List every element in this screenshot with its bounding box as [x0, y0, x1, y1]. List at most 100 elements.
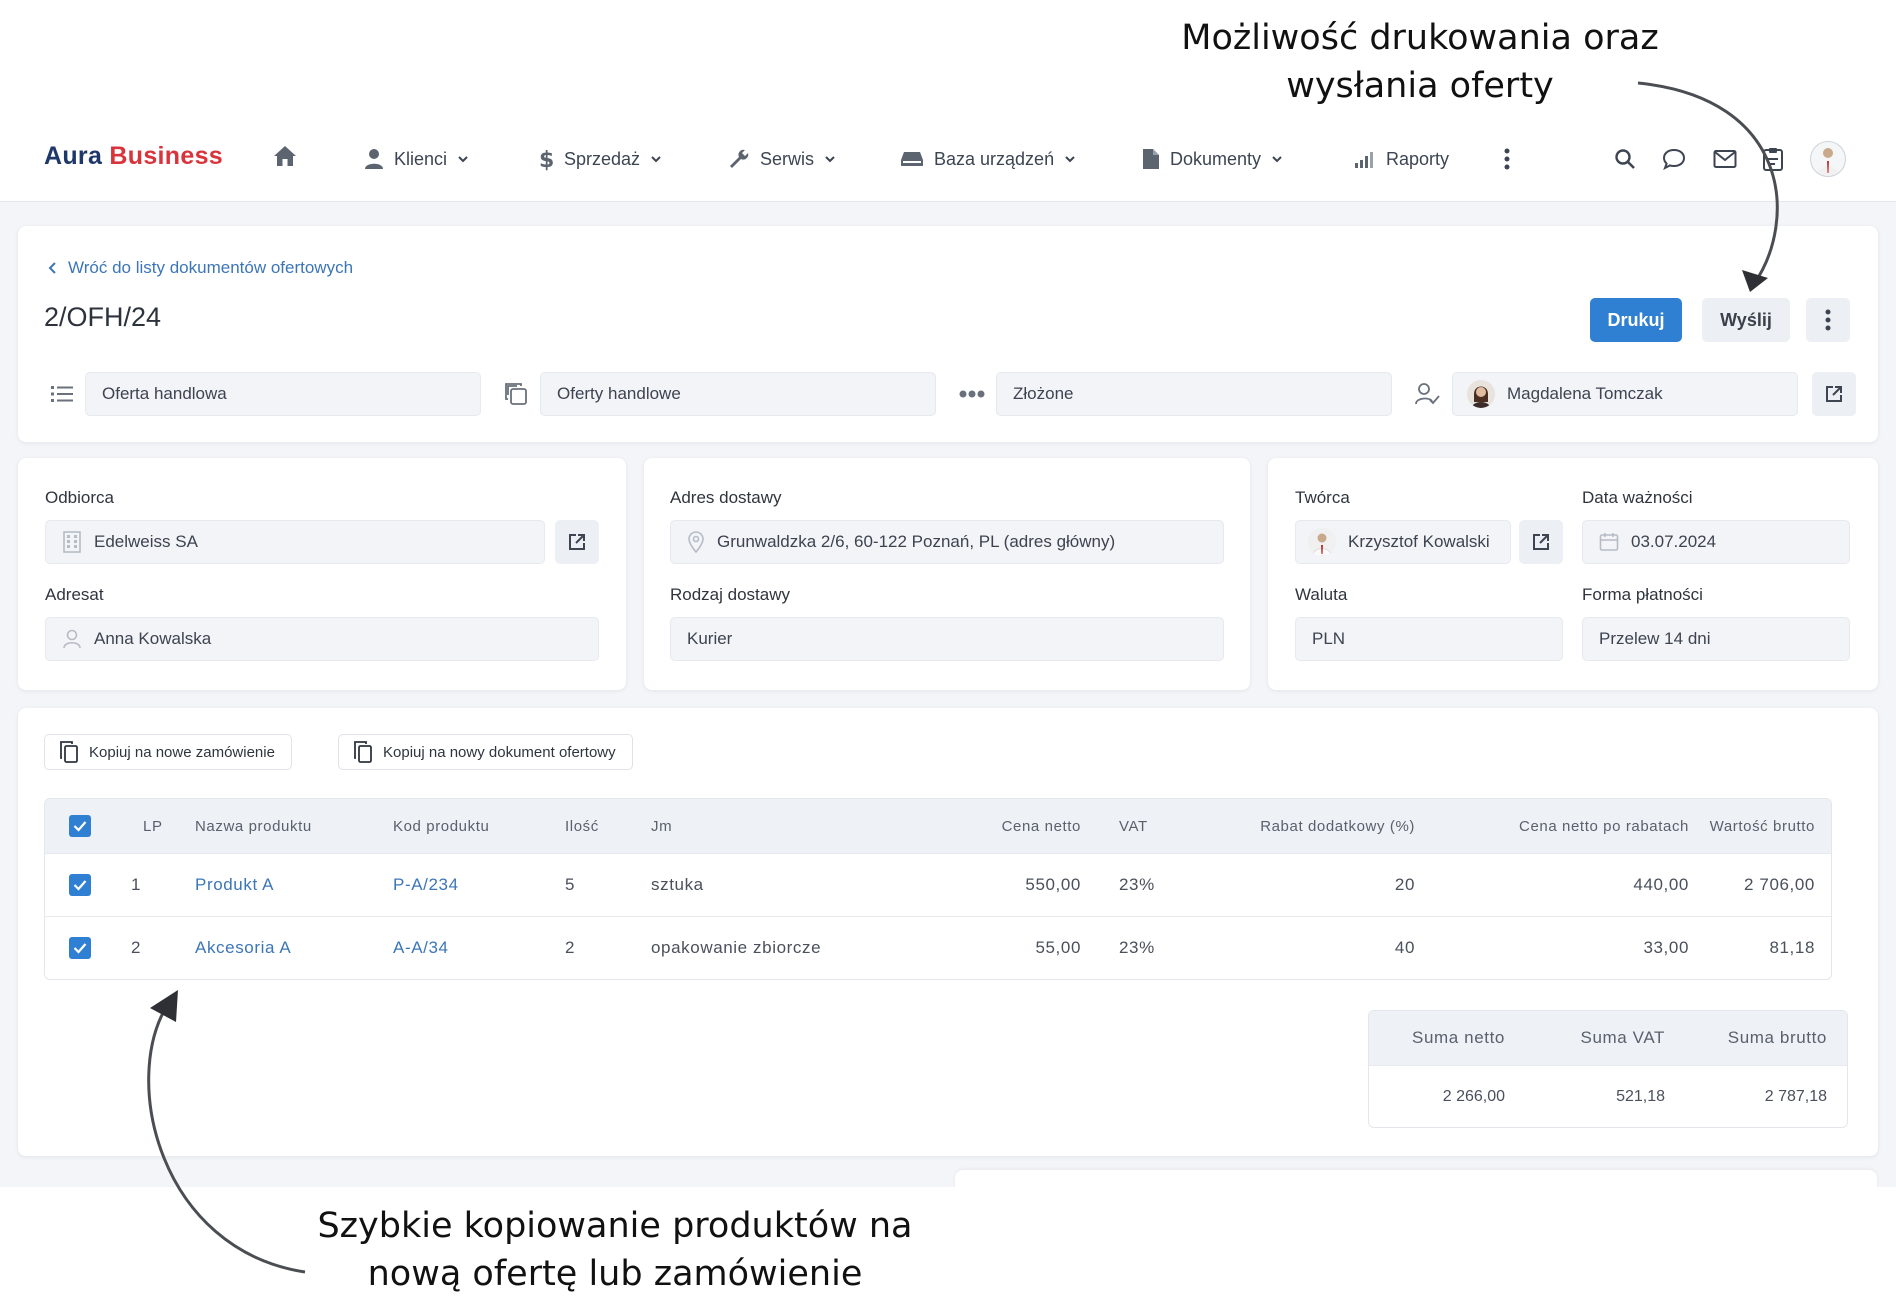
currency-value: PLN [1312, 629, 1346, 648]
table-row[interactable]: 2 Akcesoria A A-A/34 2 opakowanie zbiorc… [45, 916, 1831, 979]
dollar-icon: $ [539, 148, 554, 171]
products-table: LP Nazwa produktu Kod produktu Ilość Jm … [44, 798, 1832, 980]
odbiorca-value: Edelweiss SA [94, 532, 198, 551]
more-actions-button[interactable] [1806, 298, 1850, 342]
col-unit: Jm [651, 817, 673, 835]
cell-qty: 2 [565, 938, 576, 957]
validity-date-value: 03.07.2024 [1631, 532, 1717, 551]
delivery-address-field[interactable]: Grunwaldzka 2/6, 60-122 Poznań, PL (adre… [670, 520, 1224, 564]
cell-vat: 23% [1119, 938, 1155, 957]
payment-label: Forma płatności [1582, 585, 1703, 604]
app-logo[interactable]: Aura Business [44, 142, 223, 171]
user-avatar[interactable] [1808, 141, 1848, 177]
chevron-down-icon [651, 156, 661, 163]
cell-code-link[interactable]: A-A/34 [393, 917, 449, 979]
document-status-field[interactable]: Złożone [996, 372, 1392, 416]
table-row[interactable]: 1 Produkt A P-A/234 5 sztuka 550,00 23% … [45, 853, 1831, 916]
copy-to-order-label: Kopiuj na nowe zamówienie [89, 743, 275, 761]
copy-icon [502, 380, 530, 408]
external-link-icon [1826, 386, 1842, 402]
recipient-card: Odbiorca Edelweiss SA Adresat Anna Kowal… [18, 458, 626, 690]
annotation-top-line1: Możliwość drukowania oraz [1181, 18, 1659, 58]
check-icon [73, 821, 87, 832]
validity-date-field[interactable]: 03.07.2024 [1582, 520, 1850, 564]
back-to-list-link[interactable]: Wróć do listy dokumentów ofertowych [48, 258, 353, 278]
total-gross-value: 2 787,18 [1764, 1087, 1827, 1105]
row-checkbox[interactable] [69, 917, 91, 979]
creator-label: Twórca [1295, 488, 1350, 507]
building-icon [63, 531, 81, 553]
cell-discount: 40 [1394, 938, 1415, 957]
totals-box: Suma netto Suma VAT Suma brutto 2 266,00… [1368, 1010, 1848, 1128]
chevron-down-icon [1065, 156, 1075, 163]
cell-gross: 2 706,00 [1744, 875, 1815, 894]
adresat-label: Adresat [45, 585, 104, 604]
signal-bars-icon [1355, 152, 1373, 168]
more-menu-icon[interactable] [1490, 142, 1524, 176]
col-net: Cena netto [1001, 817, 1081, 835]
creator-field[interactable]: Krzysztof Kowalski [1295, 520, 1511, 564]
cell-discount: 20 [1394, 875, 1415, 894]
search-icon[interactable] [1608, 142, 1642, 176]
delivery-type-value: Kurier [687, 629, 733, 648]
odbiorca-field[interactable]: Edelweiss SA [45, 520, 545, 564]
nav-item-klienci[interactable]: Klienci [364, 142, 469, 176]
currency-field[interactable]: PLN [1295, 617, 1563, 661]
nav-item-label: Sprzedaż [564, 148, 641, 169]
cell-product-link[interactable]: Produkt A [195, 854, 274, 916]
adresat-field[interactable]: Anna Kowalska [45, 617, 599, 661]
more-vertical-icon [1825, 309, 1831, 331]
delivery-type-field[interactable]: Kurier [670, 617, 1224, 661]
check-icon [73, 943, 87, 954]
table-header: LP Nazwa produktu Kod produktu Ilość Jm … [45, 799, 1831, 853]
cell-gross: 81,18 [1769, 938, 1815, 957]
select-all-checkbox[interactable] [69, 799, 91, 853]
nav-item-label: Klienci [394, 148, 448, 169]
home-icon[interactable] [272, 144, 298, 170]
owner-value: Magdalena Tomczak [1507, 384, 1663, 403]
creator-open-button[interactable] [1519, 520, 1563, 564]
cell-code-link[interactable]: P-A/234 [393, 854, 459, 916]
owner-field[interactable]: Magdalena Tomczak [1452, 372, 1798, 416]
logo-part2: Business [109, 142, 223, 170]
clipboard-icon[interactable] [1756, 142, 1790, 176]
nav-item-serwis[interactable]: Serwis [728, 142, 836, 176]
send-button[interactable]: Wyślij [1702, 298, 1790, 342]
total-vat-value: 521,18 [1616, 1087, 1665, 1105]
totals-header: Suma netto Suma VAT Suma brutto [1369, 1011, 1847, 1065]
annotation-print-send: Możliwość drukowania oraz wysłania ofert… [1120, 14, 1720, 110]
page-title: 2/OFH/24 [44, 302, 162, 332]
external-link-icon [569, 534, 585, 550]
chat-icon[interactable] [1657, 142, 1691, 176]
owner-avatar [1467, 380, 1495, 408]
col-qty: Ilość [565, 817, 599, 835]
odbiorca-open-button[interactable] [555, 520, 599, 564]
nav-item-raporty[interactable]: Raporty [1354, 142, 1449, 176]
document-category-field[interactable]: Oferty handlowe [540, 372, 936, 416]
list-icon [48, 380, 76, 408]
document-type-field[interactable]: Oferta handlowa [85, 372, 481, 416]
svg-text:$: $ [539, 148, 554, 171]
print-button[interactable]: Drukuj [1590, 298, 1682, 342]
copy-to-offer-button[interactable]: Kopiuj na nowy dokument ofertowy [338, 734, 633, 770]
delivery-type-label: Rodzaj dostawy [670, 585, 791, 604]
adresat-value: Anna Kowalska [94, 629, 212, 648]
total-net-label: Suma netto [1412, 1028, 1505, 1047]
annotation-bottom-line1: Szybkie kopiowanie produktów na [317, 1206, 913, 1246]
row-checkbox[interactable] [69, 854, 91, 916]
mail-icon[interactable] [1708, 142, 1742, 176]
owner-open-button[interactable] [1812, 372, 1856, 416]
cell-product-link[interactable]: Akcesoria A [195, 917, 291, 979]
copy-to-order-button[interactable]: Kopiuj na nowe zamówienie [44, 734, 292, 770]
copy-icon [354, 741, 372, 763]
cell-unit: sztuka [651, 875, 704, 894]
cell-vat: 23% [1119, 875, 1155, 894]
total-gross-label: Suma brutto [1727, 1028, 1827, 1047]
payment-value: Przelew 14 dni [1599, 629, 1711, 648]
nav-item-dokumenty[interactable]: Dokumenty [1142, 142, 1283, 176]
payment-field[interactable]: Przelew 14 dni [1582, 617, 1850, 661]
nav-item-sprzedaz[interactable]: $ Sprzedaż [538, 142, 662, 176]
col-discount: Rabat dodatkowy (%) [1260, 817, 1415, 835]
nav-item-baza-urzadzen[interactable]: Baza urządzeń [900, 142, 1076, 176]
validity-label: Data ważności [1582, 488, 1693, 507]
